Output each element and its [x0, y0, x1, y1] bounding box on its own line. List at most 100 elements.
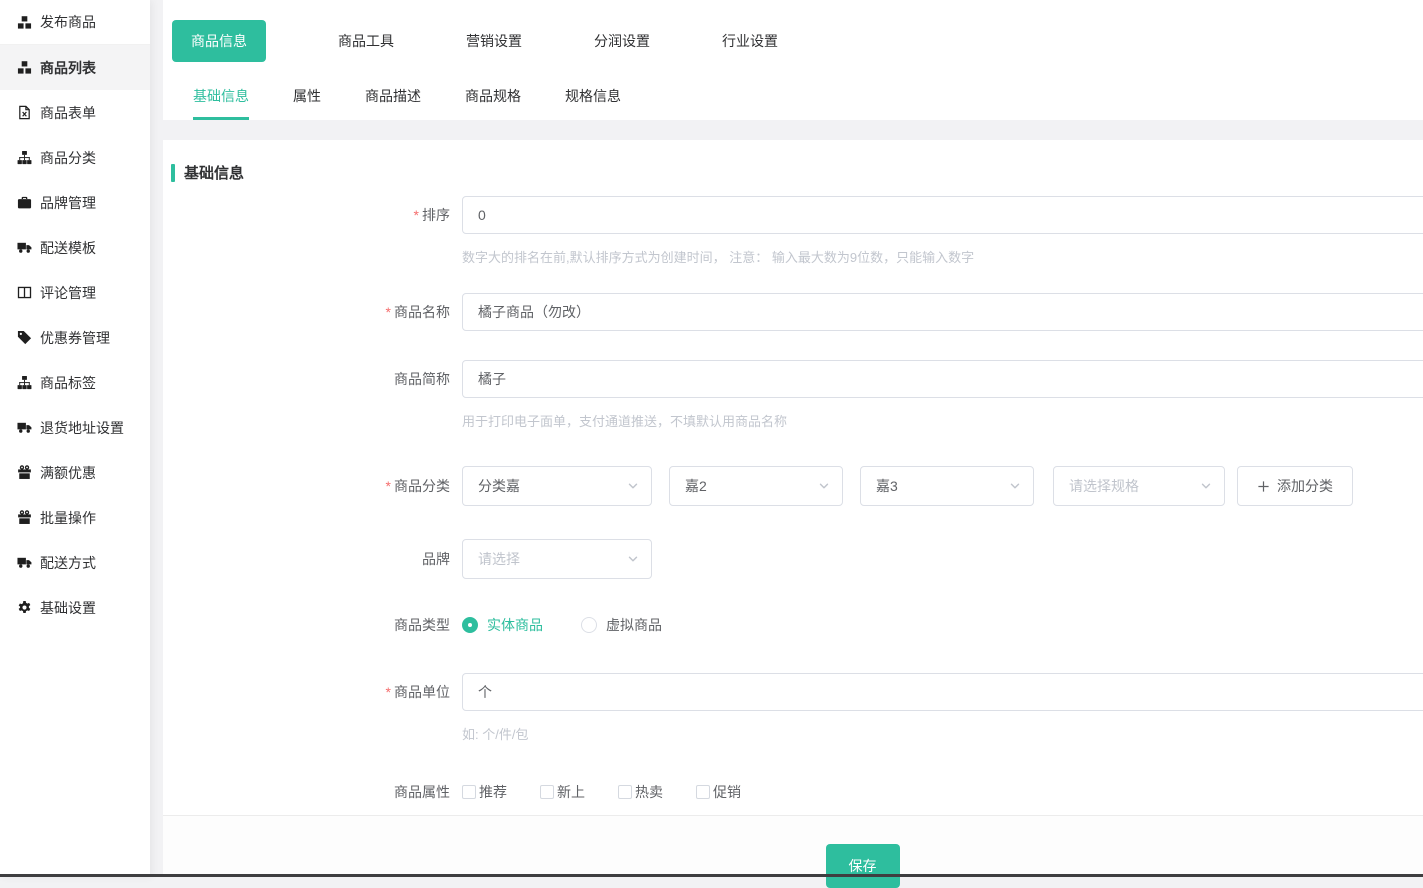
tab-industry-settings[interactable]: 行业设置 — [722, 31, 778, 51]
sidebar-item-product-list[interactable]: 商品列表 — [0, 45, 150, 90]
category-select-value: 嘉2 — [685, 476, 707, 496]
tabs-card: 商品信息 商品工具 营销设置 分润设置 行业设置 基础信息 属性 商品描述 商品… — [163, 0, 1423, 120]
tab-profit-settings[interactable]: 分润设置 — [594, 31, 650, 51]
chevron-down-icon — [627, 480, 639, 492]
tab-marketing-settings[interactable]: 营销设置 — [466, 31, 522, 51]
subtab-product-specs[interactable]: 商品规格 — [465, 86, 521, 120]
sidebar-item-basic-settings[interactable]: 基础设置 — [0, 585, 150, 630]
unit-label: 商品单位 — [171, 673, 462, 743]
sidebar-item-label: 评论管理 — [40, 283, 96, 303]
unit-help-text: 如: 个/件/包 — [462, 724, 1423, 743]
main-content: 商品信息 商品工具 营销设置 分润设置 行业设置 基础信息 属性 商品描述 商品… — [163, 0, 1423, 877]
basic-info-form-card: 基础信息 排序 数字大的排名在前,默认排序方式为创建时间， 注意： 输入最大数为… — [163, 140, 1423, 815]
checkbox-icon — [540, 785, 554, 799]
chevron-down-icon — [1009, 480, 1021, 492]
product-type-radio-group: 实体商品 虚拟商品 — [462, 615, 1423, 635]
sort-input[interactable] — [462, 196, 1423, 234]
radio-virtual-product[interactable]: 虚拟商品 — [581, 615, 662, 635]
spec-select[interactable]: 请选择规格 — [1053, 466, 1225, 506]
sidebar-item-label: 商品列表 — [40, 58, 96, 78]
category-select-value: 嘉3 — [876, 476, 898, 496]
tab-product-info[interactable]: 商品信息 — [172, 20, 266, 62]
short-name-row: 商品简称 用于打印电子面单，支付通道推送，不填默认用商品名称 — [171, 360, 1423, 430]
sidebar-item-publish-product[interactable]: 发布商品 — [0, 0, 150, 45]
product-attrs-row: 商品属性 推荐 新上 热卖 — [171, 782, 1423, 802]
sidebar-item-label: 商品分类 — [40, 148, 96, 168]
subtab-attributes[interactable]: 属性 — [293, 86, 321, 120]
radio-unselected-icon — [581, 617, 597, 633]
short-name-label: 商品简称 — [171, 360, 462, 430]
sidebar: 发布商品 商品列表 商品表单 商品分类 品牌管理 配送模板 评论管理 优惠券管 — [0, 0, 150, 877]
unit-input[interactable] — [462, 673, 1423, 711]
gift-icon — [17, 465, 32, 480]
tag-icon — [17, 330, 32, 345]
section-accent-bar — [171, 164, 175, 182]
sidebar-item-shipping-method[interactable]: 配送方式 — [0, 540, 150, 585]
app-layout: 发布商品 商品列表 商品表单 商品分类 品牌管理 配送模板 评论管理 优惠券管 — [0, 0, 1423, 877]
truck-icon — [17, 240, 32, 255]
sidebar-item-batch-operation[interactable]: 批量操作 — [0, 495, 150, 540]
sidebar-item-comment-management[interactable]: 评论管理 — [0, 270, 150, 315]
product-name-label: 商品名称 — [171, 293, 462, 331]
sidebar-item-product-form[interactable]: 商品表单 — [0, 90, 150, 135]
category-select-level2[interactable]: 嘉2 — [669, 466, 843, 506]
sidebar-item-label: 批量操作 — [40, 508, 96, 528]
brand-select[interactable]: 请选择 — [462, 539, 652, 579]
sidebar-item-label: 配送方式 — [40, 553, 96, 573]
sidebar-item-full-amount-discount[interactable]: 满额优惠 — [0, 450, 150, 495]
radio-physical-product[interactable]: 实体商品 — [462, 615, 543, 635]
checkbox-label: 热卖 — [635, 782, 663, 802]
checkbox-recommended[interactable]: 推荐 — [462, 782, 507, 802]
save-button[interactable]: 保存 — [826, 844, 900, 888]
sidebar-item-label: 退货地址设置 — [40, 418, 124, 438]
category-label: 商品分类 — [171, 466, 462, 506]
briefcase-icon — [17, 195, 32, 210]
subtab-spec-info[interactable]: 规格信息 — [565, 86, 621, 120]
sidebar-item-return-address-settings[interactable]: 退货地址设置 — [0, 405, 150, 450]
cubes-icon — [17, 60, 32, 75]
brand-row: 品牌 请选择 — [171, 539, 1423, 579]
checkbox-promotion[interactable]: 促销 — [696, 782, 741, 802]
checkbox-label: 推荐 — [479, 782, 507, 802]
product-name-row: 商品名称 — [171, 293, 1423, 331]
sidebar-item-label: 商品标签 — [40, 373, 96, 393]
checkbox-label: 促销 — [713, 782, 741, 802]
tab-product-tools[interactable]: 商品工具 — [338, 31, 394, 51]
brand-select-placeholder: 请选择 — [478, 549, 520, 569]
form-footer: 保存 — [163, 815, 1423, 877]
sidebar-item-label: 配送模板 — [40, 238, 96, 258]
category-select-level3[interactable]: 嘉3 — [860, 466, 1034, 506]
sidebar-item-product-category[interactable]: 商品分类 — [0, 135, 150, 180]
product-type-row: 商品类型 实体商品 虚拟商品 — [171, 615, 1423, 635]
short-name-input[interactable] — [462, 360, 1423, 398]
plus-icon — [1257, 480, 1270, 493]
sidebar-item-label: 品牌管理 — [40, 193, 96, 213]
radio-label: 实体商品 — [487, 615, 543, 635]
product-name-input[interactable] — [462, 293, 1423, 331]
sidebar-item-label: 发布商品 — [40, 12, 96, 32]
subtab-product-description[interactable]: 商品描述 — [365, 86, 421, 120]
short-name-help-text: 用于打印电子面单，支付通道推送，不填默认用商品名称 — [462, 411, 1423, 430]
subtab-basic-info[interactable]: 基础信息 — [193, 86, 249, 120]
checkbox-new[interactable]: 新上 — [540, 782, 585, 802]
sitemap-icon — [17, 375, 32, 390]
checkbox-icon — [618, 785, 632, 799]
add-category-label: 添加分类 — [1277, 476, 1333, 496]
sort-help-text: 数字大的排名在前,默认排序方式为创建时间， 注意： 输入最大数为9位数，只能输入… — [462, 247, 1423, 266]
sidebar-item-coupon-management[interactable]: 优惠券管理 — [0, 315, 150, 360]
sidebar-item-brand-management[interactable]: 品牌管理 — [0, 180, 150, 225]
radio-label: 虚拟商品 — [606, 615, 662, 635]
category-select-value: 分类嘉 — [478, 476, 520, 496]
add-category-button[interactable]: 添加分类 — [1237, 466, 1353, 506]
chevron-down-icon — [818, 480, 830, 492]
truck-icon — [17, 555, 32, 570]
sort-row: 排序 数字大的排名在前,默认排序方式为创建时间， 注意： 输入最大数为9位数，只… — [171, 196, 1423, 266]
sidebar-item-product-tags[interactable]: 商品标签 — [0, 360, 150, 405]
sidebar-item-shipping-template[interactable]: 配送模板 — [0, 225, 150, 270]
radio-selected-icon — [462, 617, 478, 633]
product-type-label: 商品类型 — [171, 615, 462, 635]
checkbox-hot-sale[interactable]: 热卖 — [618, 782, 663, 802]
category-select-level1[interactable]: 分类嘉 — [462, 466, 652, 506]
columns-icon — [17, 285, 32, 300]
gear-icon — [17, 600, 32, 615]
